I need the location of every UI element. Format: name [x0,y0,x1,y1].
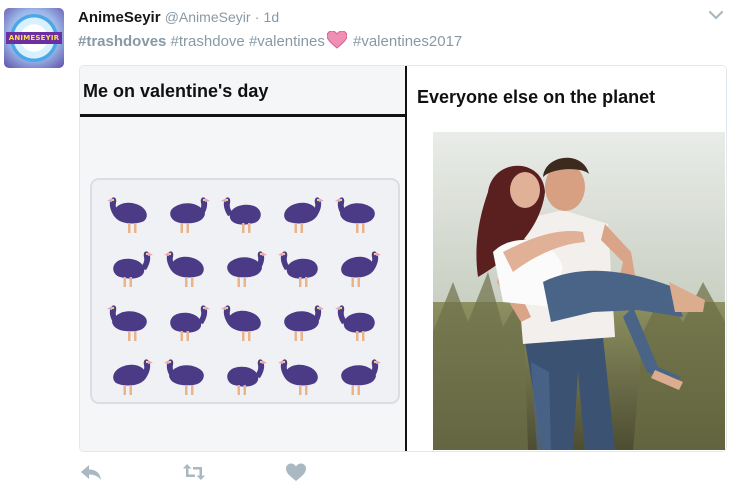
tweet-media[interactable]: Me on valentine's day Everyone else on t… [79,65,727,452]
avatar[interactable]: ANIMESEYIR [4,8,64,68]
purple-pigeon-icon [113,359,153,395]
purple-pigeon-icon [284,197,324,233]
chevron-down-icon[interactable] [707,6,725,24]
purple-pigeon-icon [170,197,210,233]
right-caption: Everyone else on the planet [417,87,656,107]
purple-pigeon-icon [278,359,318,395]
purple-pigeon-icon [278,251,318,287]
purple-pigeon-icon [113,251,153,287]
avatar-logo-text: ANIMESEYIR [6,32,62,44]
tweet-header: AnimeSeyir @AnimeSeyir · 1d [78,9,279,26]
purple-pigeon-icon [335,305,375,341]
purple-pigeon-icon [221,305,261,341]
meme-right-panel: Everyone else on the planet [407,66,726,451]
display-name[interactable]: AnimeSeyir [78,9,161,26]
purple-pigeon-icon [170,305,210,341]
time-separator: · [254,9,260,25]
purple-pigeon-icon [227,359,267,395]
pink-heart-emoji-icon [326,30,348,53]
meme-left-panel: Me on valentine's day [80,66,405,451]
purple-pigeon-icon [164,359,204,395]
couple-photo [433,132,725,450]
trashdove-sticker-grid [107,197,381,395]
user-handle[interactable]: @AnimeSeyir [165,9,251,25]
purple-pigeon-icon [341,251,381,287]
retweet-icon[interactable] [182,462,206,482]
hashtag-link[interactable]: #trashdoves [78,33,166,50]
purple-pigeon-icon [107,305,147,341]
left-caption: Me on valentine's day [83,81,269,101]
heart-icon[interactable] [284,462,308,482]
tweet-text: #trashdoves #trashdove #valentines #vale… [78,30,462,53]
tweet-timestamp[interactable]: 1d [264,9,280,25]
purple-pigeon-icon [335,197,375,233]
purple-pigeon-icon [221,197,261,233]
hashtag-link[interactable]: #valentines2017 [353,33,462,50]
reply-icon[interactable] [79,462,103,482]
purple-pigeon-icon [107,197,147,233]
purple-pigeon-icon [341,359,381,395]
purple-pigeon-icon [164,251,204,287]
sticker-sheet [90,178,400,404]
hashtag-link[interactable]: #valentines [249,33,325,50]
purple-pigeon-icon [227,251,267,287]
hashtag-link[interactable]: #trashdove [171,33,245,50]
left-caption-rule [80,114,405,117]
purple-pigeon-icon [284,305,324,341]
